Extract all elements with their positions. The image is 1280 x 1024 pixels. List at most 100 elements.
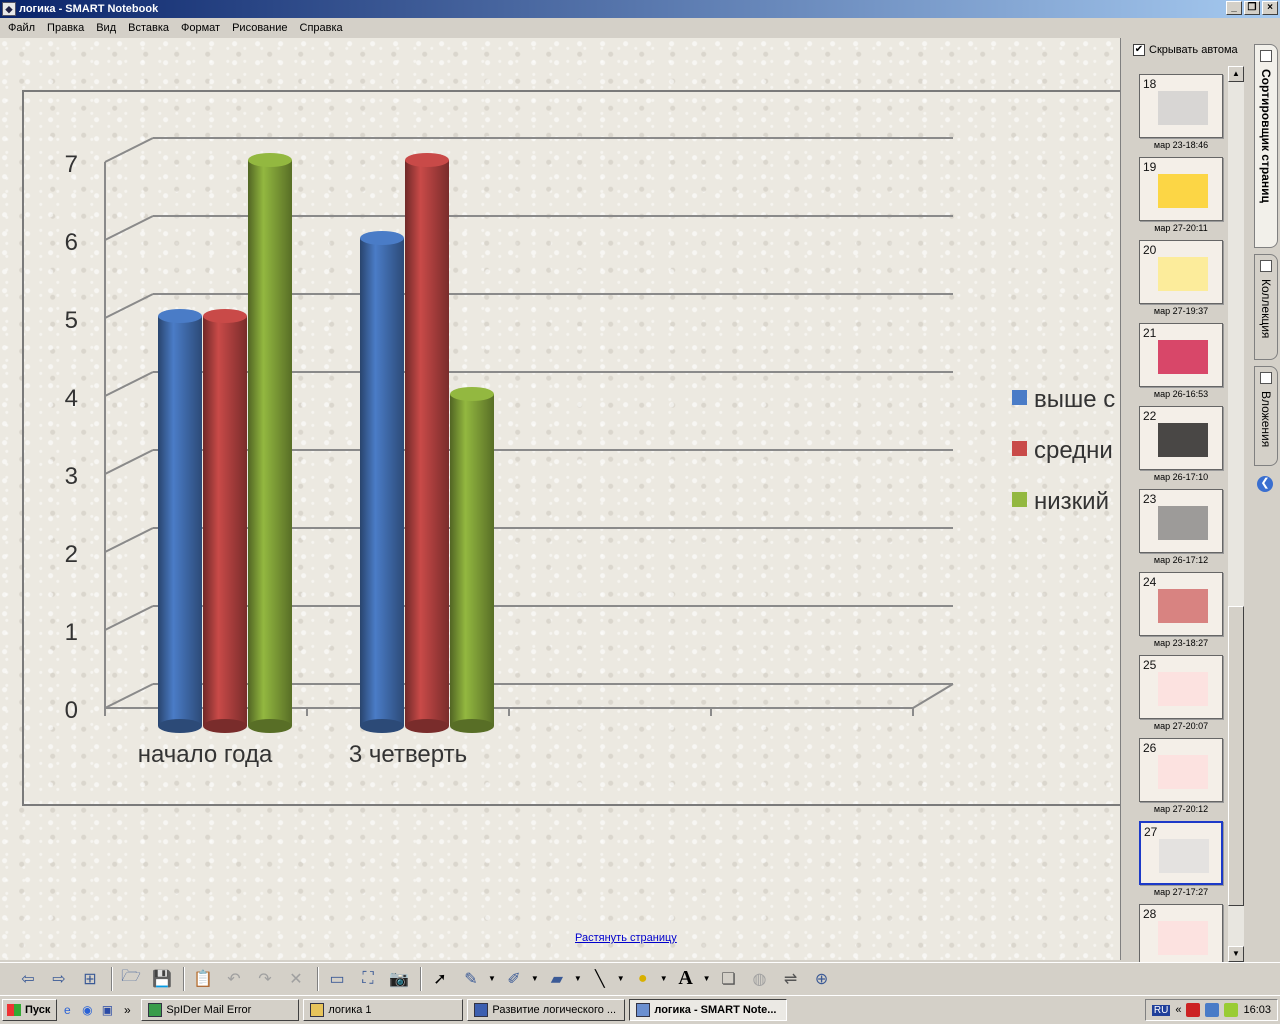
bar-top: [158, 309, 202, 323]
eraser-icon[interactable]: ▰: [543, 966, 571, 992]
sorter-scrollbar[interactable]: ▲ ▼: [1228, 66, 1244, 962]
side-tabs: Сортировщик страниц Коллекция Вложения ❮: [1252, 38, 1280, 960]
clock: 16:03: [1243, 1004, 1271, 1016]
stretch-page-link[interactable]: Растянуть страницу: [575, 932, 677, 944]
move-toolbar-icon[interactable]: ⊕: [808, 966, 836, 992]
next-page-icon[interactable]: ⇨: [45, 966, 73, 992]
auto-hide-row[interactable]: ✔ Скрывать автома: [1133, 44, 1245, 56]
thumbnail-content: [1158, 257, 1208, 291]
page-canvas[interactable]: 0 1 2 3 4 5 6 7 начало года 3 четверть выше с средн…: [0, 38, 1120, 960]
y-tick-label: 3: [65, 463, 78, 490]
x-tick-label: 3 четверть: [349, 741, 467, 768]
thumbnail-preview[interactable]: 23: [1139, 489, 1223, 553]
page-thumbnail[interactable]: 18 мар 23-18:46: [1135, 72, 1235, 155]
task-folder[interactable]: логика 1: [303, 999, 464, 1021]
creative-pen-icon[interactable]: ✐: [500, 966, 528, 992]
language-indicator[interactable]: RU: [1151, 1004, 1171, 1016]
antivirus-tray-icon[interactable]: [1224, 1003, 1239, 1017]
pdf-tray-icon[interactable]: [1186, 1003, 1201, 1017]
page-thumbnail[interactable]: 26 мар 27-20:12: [1135, 736, 1235, 819]
gridline-depth: [104, 683, 154, 709]
page-thumbnail[interactable]: 23 мар 26-17:12: [1135, 487, 1235, 570]
menu-help[interactable]: Справка: [294, 22, 349, 34]
gridline-depth: [104, 527, 154, 553]
thumbnail-preview[interactable]: 28: [1139, 904, 1223, 968]
menu-insert[interactable]: Вставка: [122, 22, 175, 34]
menu-view[interactable]: Вид: [90, 22, 122, 34]
auto-hide-checkbox[interactable]: ✔: [1133, 44, 1145, 56]
close-button[interactable]: ×: [1262, 1, 1278, 15]
word-icon: [474, 1003, 489, 1017]
quicklaunch-more[interactable]: »: [117, 1000, 137, 1020]
restore-button[interactable]: ❐: [1244, 1, 1260, 15]
paperclip-icon: [1260, 372, 1272, 384]
add-page-icon[interactable]: ⊞: [76, 966, 104, 992]
task-word-doc[interactable]: Развитие логического ...: [467, 999, 626, 1021]
delete-icon[interactable]: ✕: [282, 966, 310, 992]
full-screen-icon[interactable]: ⛶: [354, 966, 382, 992]
task-spider-mail[interactable]: SpIDer Mail Error: [141, 999, 300, 1021]
task-smart-notebook[interactable]: логика - SMART Note...: [629, 999, 788, 1021]
y-tick-label: 7: [65, 151, 78, 178]
page-thumbnail[interactable]: 19 мар 27-20:11: [1135, 155, 1235, 238]
ie-icon[interactable]: e: [57, 1000, 77, 1020]
task-label: SpIDer Mail Error: [166, 1004, 252, 1016]
text-icon[interactable]: A: [672, 966, 700, 992]
thumbnail-preview[interactable]: 26: [1139, 738, 1223, 802]
thumbnail-content: [1158, 589, 1208, 623]
screen-shade-icon[interactable]: ▭: [323, 966, 351, 992]
save-icon[interactable]: 💾: [148, 966, 176, 992]
thumbnail-preview[interactable]: 18: [1139, 74, 1223, 138]
menu-edit[interactable]: Правка: [41, 22, 90, 34]
tab-page-sorter[interactable]: Сортировщик страниц: [1254, 44, 1278, 248]
legend-swatch: [1012, 390, 1027, 405]
scroll-down-button[interactable]: ▼: [1228, 946, 1244, 962]
screen-capture-icon[interactable]: 📷: [385, 966, 413, 992]
shape-icon[interactable]: ●: [629, 966, 657, 992]
undo-icon[interactable]: ↶: [220, 966, 248, 992]
thumbnail-preview[interactable]: 24: [1139, 572, 1223, 636]
gridline-depth: [104, 605, 154, 631]
page-thumbnail[interactable]: 24 мар 23-18:27: [1135, 570, 1235, 653]
network-tray-icon[interactable]: [1205, 1003, 1220, 1017]
collapse-arrow-icon[interactable]: ❮: [1257, 476, 1273, 492]
scroll-thumb[interactable]: [1228, 606, 1244, 906]
y-tick-label: 1: [65, 619, 78, 646]
menu-file[interactable]: Файл: [2, 22, 41, 34]
page-thumbnail[interactable]: 21 мар 26-16:53: [1135, 321, 1235, 404]
page-thumbnail[interactable]: 25 мар 27-20:07: [1135, 653, 1235, 736]
page-thumbnail[interactable]: 27 мар 27-17:27: [1135, 819, 1235, 902]
paste-icon[interactable]: 📋: [189, 966, 217, 992]
thumbnail-preview[interactable]: 21: [1139, 323, 1223, 387]
menu-draw[interactable]: Рисование: [226, 22, 293, 34]
select-icon[interactable]: ➚: [426, 966, 454, 992]
redo-icon[interactable]: ↷: [251, 966, 279, 992]
page-thumbnail[interactable]: 20 мар 27-19:37: [1135, 238, 1235, 321]
fill-icon[interactable]: ◍: [746, 966, 774, 992]
pen-icon[interactable]: ✎: [457, 966, 485, 992]
save-quicklaunch-icon[interactable]: ▣: [97, 1000, 117, 1020]
thumbnail-content: [1158, 755, 1208, 789]
open-file-icon[interactable]: 🗁: [117, 966, 145, 992]
tab-gallery[interactable]: Коллекция: [1254, 254, 1278, 360]
thumbnail-preview[interactable]: 19: [1139, 157, 1223, 221]
line-icon[interactable]: ╲: [586, 966, 614, 992]
start-button[interactable]: Пуск: [2, 999, 58, 1021]
more-icon[interactable]: ⇌: [777, 966, 805, 992]
bar-base: [360, 719, 404, 733]
menu-format[interactable]: Формат: [175, 22, 226, 34]
y-tick-label: 5: [65, 307, 78, 334]
browser-icon[interactable]: ◉: [77, 1000, 97, 1020]
minimize-button[interactable]: _: [1226, 1, 1242, 15]
properties-icon[interactable]: ❏: [715, 966, 743, 992]
prev-page-icon[interactable]: ⇦: [14, 966, 42, 992]
thumbnail-preview[interactable]: 20: [1139, 240, 1223, 304]
thumbnail-date: мар 26-17:10: [1153, 472, 1209, 482]
tray-expand-chevron[interactable]: «: [1175, 1004, 1181, 1016]
thumbnail-preview[interactable]: 27: [1139, 821, 1223, 885]
tab-attachments[interactable]: Вложения: [1254, 366, 1278, 466]
page-thumbnail[interactable]: 22 мар 26-17:10: [1135, 404, 1235, 487]
scroll-up-button[interactable]: ▲: [1228, 66, 1244, 82]
thumbnail-preview[interactable]: 25: [1139, 655, 1223, 719]
thumbnail-preview[interactable]: 22: [1139, 406, 1223, 470]
